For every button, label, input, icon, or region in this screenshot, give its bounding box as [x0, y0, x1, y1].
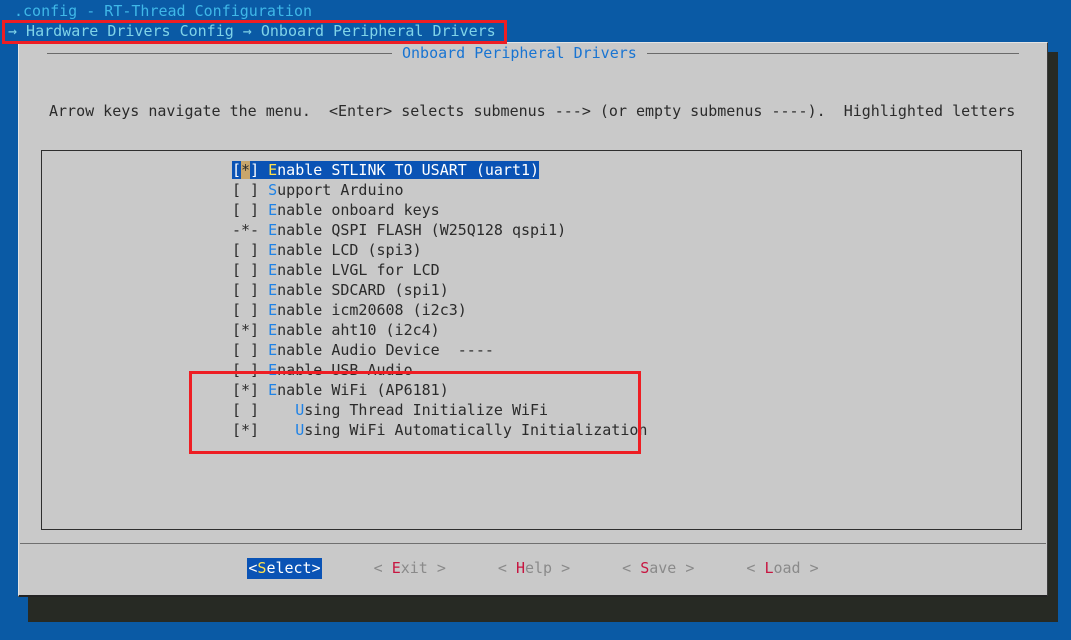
button-help[interactable]: < Help >: [498, 558, 570, 579]
button-bracket-open: <: [622, 558, 641, 577]
menu-item[interactable]: [ ] Enable Audio Device ----: [42, 340, 1021, 360]
menuconfig-screen: .config - RT-Thread Configuration → Hard…: [0, 0, 1071, 640]
menu-item-mark: [ ]: [232, 361, 269, 379]
menu-item-label: nable onboard keys: [277, 201, 440, 219]
menu-item-hotkey: E: [268, 381, 278, 399]
button-hotkey: E: [391, 558, 401, 577]
menu-item[interactable]: -*- Enable QSPI FLASH (W25Q128 qspi1): [42, 220, 1021, 240]
menu-item-mark: [*]: [232, 321, 269, 339]
menu-item[interactable]: [*] Enable WiFi (AP6181): [42, 380, 1021, 400]
menu-item-hotkey: E: [268, 161, 278, 179]
menu-item[interactable]: [*] Enable STLINK TO USART (uart1): [42, 160, 1021, 180]
menu-item-hotkey: U: [295, 421, 305, 439]
menu-item-cursor: *: [241, 161, 251, 179]
menu-item-label: sing WiFi Automatically Initialization: [304, 421, 648, 439]
menu-item-hotkey: E: [268, 221, 278, 239]
menu-item-label: nable SDCARD (spi1): [277, 281, 449, 299]
menu-item-mark: [*]: [232, 421, 296, 439]
button-bracket-open: <: [373, 558, 392, 577]
menu-item-label: nable LVGL for LCD: [277, 261, 440, 279]
menu-item-hotkey: E: [268, 201, 278, 219]
button-bar: <Select> < Exit > < Help > < Save > < Load >: [19, 555, 1047, 581]
menu-item-mark: [ ]: [232, 241, 269, 259]
menu-item-mark: -*-: [232, 221, 269, 239]
menu-item[interactable]: [ ] Enable onboard keys: [42, 200, 1021, 220]
menu-item-mark: [ ]: [232, 401, 296, 419]
menu-item-mark: [ ]: [232, 301, 269, 319]
window-title: .config - RT-Thread Configuration: [14, 2, 313, 20]
menu-item[interactable]: [ ] Enable LCD (spi3): [42, 240, 1021, 260]
menu-list: [*] Enable STLINK TO USART (uart1)[ ] Su…: [42, 160, 1021, 440]
button-label-rest: ave >: [649, 558, 695, 577]
panel-title-rule-right: [646, 52, 1019, 54]
menu-item[interactable]: [ ] Enable LVGL for LCD: [42, 260, 1021, 280]
button-label-rest: xit >: [400, 558, 446, 577]
menu-item[interactable]: [ ] Enable SDCARD (spi1): [42, 280, 1021, 300]
menu-item-hotkey: E: [268, 261, 278, 279]
help-line-1: Arrow keys navigate the menu. <Enter> se…: [49, 102, 1016, 120]
menu-item-mark: [ ]: [232, 341, 269, 359]
terminal-topbar: .config - RT-Thread Configuration → Hard…: [0, 0, 1071, 43]
menu-item[interactable]: [*] Using WiFi Automatically Initializat…: [42, 420, 1021, 440]
menu-item-label: nable aht10 (i2c4): [277, 321, 440, 339]
menu-item-mark-open: [: [232, 161, 242, 179]
menu-item-mark: [*]: [232, 381, 269, 399]
menu-listbox[interactable]: [*] Enable STLINK TO USART (uart1)[ ] Su…: [41, 150, 1022, 530]
button-bracket-open: <: [497, 558, 516, 577]
menu-item-hotkey: E: [268, 301, 278, 319]
menu-item[interactable]: [ ] Support Arduino: [42, 180, 1021, 200]
button-bar-separator: [20, 543, 1046, 544]
menu-item-label: nable USB Audio: [277, 361, 413, 379]
menu-item[interactable]: [ ] Using Thread Initialize WiFi: [42, 400, 1021, 420]
panel-title: Onboard Peripheral Drivers: [402, 43, 637, 62]
menuconfig-dialog: Onboard Peripheral Drivers Arrow keys na…: [18, 42, 1048, 597]
menu-item-label: nable LCD (spi3): [277, 241, 422, 259]
menu-item-mark: [ ]: [232, 261, 269, 279]
menu-item-label: nable WiFi (AP6181): [277, 381, 449, 399]
menu-item-mark: [ ]: [232, 201, 269, 219]
menu-item-label: nable QSPI FLASH (W25Q128 qspi1): [277, 221, 567, 239]
button-exit[interactable]: < Exit >: [374, 558, 446, 579]
menu-item-mark: [ ]: [232, 281, 269, 299]
button-hotkey: H: [515, 558, 525, 577]
button-bracket-open: <: [746, 558, 765, 577]
menu-item-label: upport Arduino: [277, 181, 404, 199]
menu-item-label: nable icm20608 (i2c3): [277, 301, 467, 319]
button-load[interactable]: < Load >: [746, 558, 818, 579]
menu-item[interactable]: [*] Enable aht10 (i2c4): [42, 320, 1021, 340]
menu-item-label: sing Thread Initialize WiFi: [304, 401, 549, 419]
menu-item-hotkey: E: [268, 241, 278, 259]
button-label-rest: elp >: [524, 558, 571, 577]
menu-item-mark-close: ]: [250, 161, 269, 179]
menu-item-hotkey: E: [268, 341, 278, 359]
menu-item-label: nable STLINK TO USART (uart1): [277, 161, 540, 179]
menu-item-hotkey: E: [268, 321, 278, 339]
button-label-rest: elect>: [266, 558, 321, 577]
menu-item[interactable]: [ ] Enable icm20608 (i2c3): [42, 300, 1021, 320]
button-hotkey: S: [640, 558, 650, 577]
button-select[interactable]: <Select>: [247, 557, 322, 579]
menu-item-hotkey: E: [268, 281, 278, 299]
menu-item-selected-segment: [*] Enable STLINK TO USART (uart1): [232, 161, 540, 179]
panel-title-rule-left: [47, 52, 392, 54]
button-label-rest: oad >: [773, 558, 819, 577]
menu-item-hotkey: U: [295, 401, 305, 419]
menu-item[interactable]: [ ] Enable USB Audio: [42, 360, 1021, 380]
button-save[interactable]: < Save >: [622, 558, 694, 579]
menu-item-hotkey: S: [268, 181, 278, 199]
menu-item-mark: [ ]: [232, 181, 269, 199]
menu-item-label: nable Audio Device ----: [277, 341, 494, 359]
breadcrumb: → Hardware Drivers Config → Onboard Peri…: [8, 22, 496, 40]
panel-title-bar: Onboard Peripheral Drivers: [19, 43, 1047, 63]
menu-item-hotkey: E: [268, 361, 278, 379]
